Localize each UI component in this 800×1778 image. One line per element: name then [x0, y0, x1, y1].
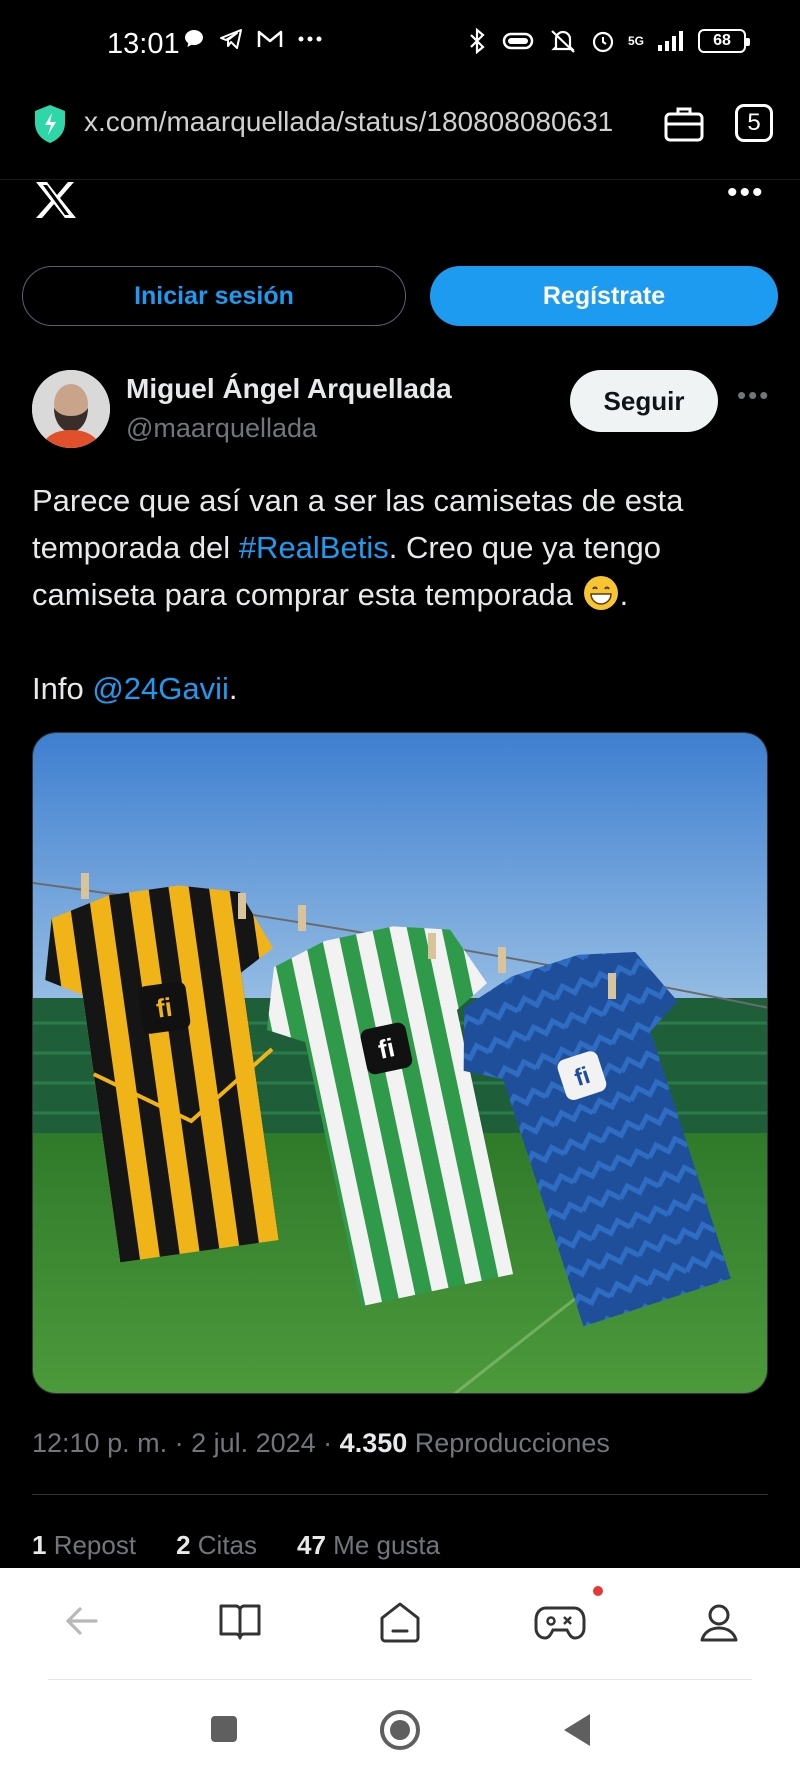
gmail-icon: [257, 30, 283, 47]
likes-stat[interactable]: 47 Me gusta: [297, 1530, 440, 1561]
views-count: 4.350: [339, 1428, 408, 1458]
tweet-stats: 1 Repost 2 Citas 47 Me gusta: [32, 1530, 440, 1561]
grinning-emoji-icon: [583, 576, 618, 610]
recents-square-icon[interactable]: [208, 1713, 240, 1745]
telegram-icon: [220, 29, 242, 49]
signup-button[interactable]: Regístrate: [430, 266, 778, 326]
more-notifications-icon: [298, 36, 322, 42]
nav-separator: [48, 1679, 752, 1680]
info-suffix: .: [228, 671, 238, 706]
tweet-more-icon[interactable]: •••: [737, 382, 770, 408]
alarm-icon: [592, 31, 614, 53]
divider: [32, 1494, 768, 1495]
tweet-timestamp[interactable]: 12:10 p. m. · 2 jul. 2024 ·: [32, 1428, 340, 1458]
tweet-image[interactable]: fi fi fi: [32, 732, 768, 1394]
home-icon[interactable]: [377, 1600, 423, 1644]
home-circle-icon[interactable]: [378, 1708, 422, 1752]
mention-link[interactable]: @24Gavii: [92, 671, 229, 706]
more-options-icon[interactable]: •••: [727, 178, 765, 208]
tweet-text: Parece que así van a ser las camisetas d…: [32, 477, 772, 712]
login-button[interactable]: Iniciar sesión: [22, 266, 406, 326]
tweet-text-part3: .: [619, 577, 629, 612]
vibrate-icon: [502, 32, 534, 50]
author-name[interactable]: Miguel Ángel Arquellada: [126, 373, 452, 405]
notification-dot: [593, 1586, 603, 1596]
info-prefix: Info: [32, 671, 93, 706]
back-triangle-icon[interactable]: [560, 1711, 594, 1749]
battery-indicator: 68: [698, 29, 750, 53]
quotes-stat[interactable]: 2 Citas: [176, 1530, 257, 1561]
back-arrow-icon[interactable]: [60, 1600, 102, 1642]
status-right-icons: 5G 68: [466, 28, 750, 54]
status-left-icons: [183, 28, 323, 50]
author-avatar[interactable]: [32, 370, 110, 448]
game-controller-icon[interactable]: [534, 1600, 586, 1642]
tweet-meta: 12:10 p. m. · 2 jul. 2024 · 4.350 Reprod…: [32, 1428, 610, 1459]
status-time: 13:01: [107, 28, 180, 60]
follow-button[interactable]: Seguir: [570, 370, 718, 432]
briefcase-icon[interactable]: [663, 104, 705, 144]
tab-count-button[interactable]: 5: [735, 104, 773, 142]
hashtag-link[interactable]: #RealBetis: [239, 530, 389, 565]
reposts-stat[interactable]: 1 Repost: [32, 1530, 136, 1561]
profile-icon[interactable]: [697, 1600, 741, 1644]
signal-icon: [658, 31, 683, 51]
url-text[interactable]: x.com/maarquellada/status/180808080631: [84, 106, 639, 138]
chat-bubble-icon: [185, 30, 203, 47]
secure-shield-icon[interactable]: [31, 103, 69, 145]
views-label: Reproducciones: [407, 1428, 610, 1458]
author-handle[interactable]: @maarquellada: [126, 413, 317, 444]
bookmarks-book-icon[interactable]: [217, 1600, 263, 1642]
status-bar: 13:01 5G 68: [0, 0, 800, 90]
bluetooth-icon: [470, 28, 485, 54]
x-logo-icon[interactable]: [34, 180, 78, 220]
network-type: 5G: [627, 34, 644, 48]
mute-bell-icon: [551, 30, 575, 53]
